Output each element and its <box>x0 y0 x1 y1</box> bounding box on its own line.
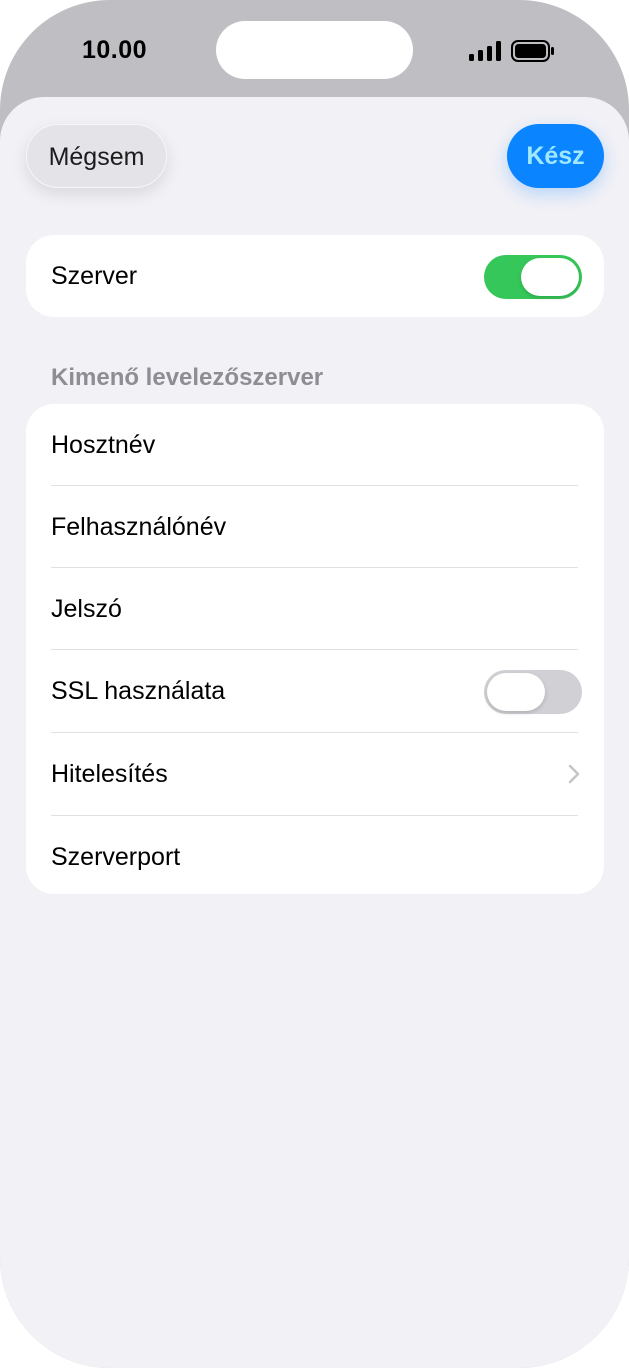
dynamic-island <box>216 21 413 79</box>
settings-sheet: Mégsem Kész Szerver Kimenő levelezőszerv… <box>0 97 629 1368</box>
ssl-label: SSL használata <box>51 677 226 705</box>
phone-frame: 10.00 Mégsem Kész Szerver Kimenő levelez… <box>0 0 629 1368</box>
cancel-button[interactable]: Mégsem <box>26 124 167 188</box>
server-toggle[interactable] <box>484 255 582 299</box>
authentication-label: Hitelesítés <box>51 760 168 788</box>
username-label: Felhasználónév <box>51 513 227 541</box>
username-row[interactable]: Felhasználónév <box>26 486 604 568</box>
done-button[interactable]: Kész <box>507 124 604 188</box>
authentication-row[interactable]: Hitelesítés <box>26 733 604 816</box>
ssl-toggle-knob <box>487 673 545 711</box>
section-header-outgoing: Kimenő levelezőszerver <box>51 364 324 391</box>
server-row[interactable]: Szerver <box>26 235 604 317</box>
outgoing-server-card: Hosztnév Felhasználónév Jelszó SSL haszn… <box>26 404 604 894</box>
password-row[interactable]: Jelszó <box>26 568 604 650</box>
password-label: Jelszó <box>51 595 122 623</box>
server-toggle-knob <box>521 258 579 296</box>
status-bar: 10.00 <box>0 0 629 97</box>
server-port-label: Szerverport <box>51 843 181 871</box>
hostname-row[interactable]: Hosztnév <box>26 404 604 486</box>
server-port-row[interactable]: Szerverport <box>26 816 604 894</box>
battery-icon <box>511 40 554 62</box>
ssl-toggle[interactable] <box>484 670 582 714</box>
status-time: 10.00 <box>82 36 148 64</box>
server-card: Szerver <box>26 235 604 317</box>
chevron-right-icon <box>568 764 580 784</box>
server-label: Szerver <box>51 262 138 290</box>
hostname-label: Hosztnév <box>51 431 156 459</box>
cellular-signal-icon <box>469 41 501 61</box>
ssl-row[interactable]: SSL használata <box>26 650 604 733</box>
